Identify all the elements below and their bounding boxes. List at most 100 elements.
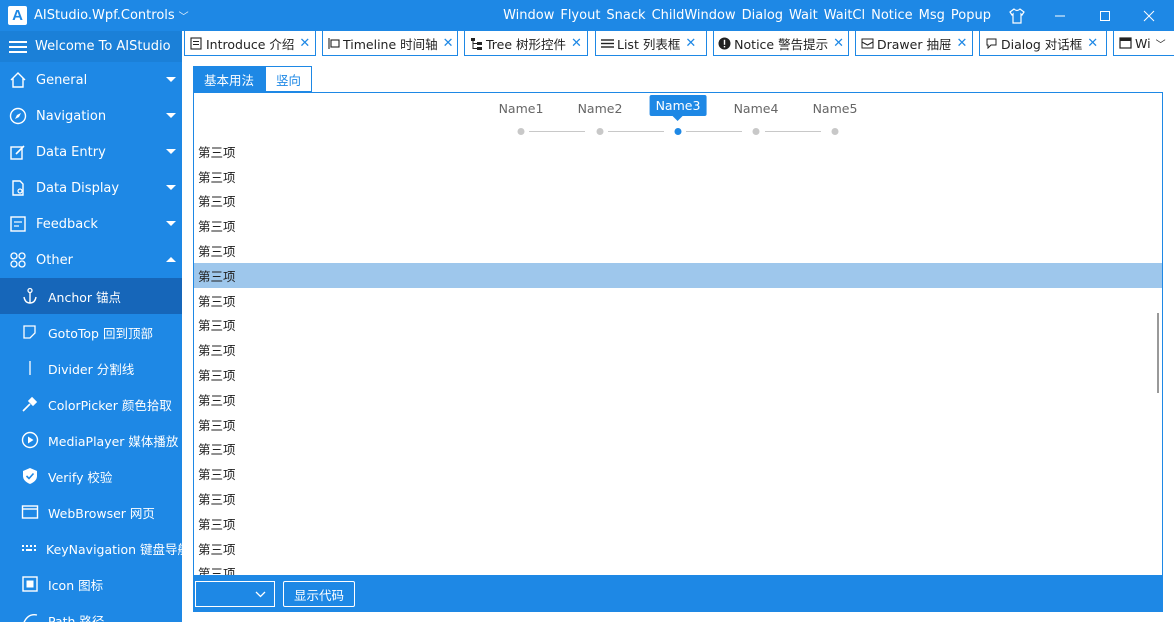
list-item[interactable]: 第三项 bbox=[194, 139, 1162, 164]
list-item[interactable]: 第三项 bbox=[194, 164, 1162, 189]
tab-vertical[interactable]: 竖向 bbox=[265, 66, 313, 92]
list-item[interactable]: 第三项 bbox=[194, 486, 1162, 511]
image-icon bbox=[20, 574, 40, 594]
step-name-4[interactable]: Name4 bbox=[734, 101, 779, 116]
tab-label: Notice 警告提示 bbox=[734, 36, 829, 52]
list-icon bbox=[600, 36, 614, 50]
show-code-button[interactable]: 显示代码 bbox=[283, 581, 356, 607]
caret-up-icon bbox=[166, 257, 176, 262]
step-dot[interactable] bbox=[752, 128, 760, 135]
tab-introduce[interactable]: Introduce 介绍 ✕ bbox=[184, 31, 316, 56]
list-item[interactable]: 第三项 bbox=[194, 536, 1162, 561]
sidebar-item-label: WebBrowser 网页 bbox=[48, 505, 155, 521]
menu-notice[interactable]: Notice bbox=[871, 8, 913, 23]
sidebar-group-data-entry[interactable]: Data Entry bbox=[0, 134, 182, 170]
sidebar-item-path[interactable]: Path 路径 bbox=[0, 602, 182, 622]
tab-window[interactable]: Wi ﹀ bbox=[1113, 31, 1174, 56]
menu-childwindow[interactable]: ChildWindow bbox=[652, 8, 736, 23]
menu-flyout[interactable]: Flyout bbox=[560, 8, 600, 23]
tab-close-icon[interactable]: ✕ bbox=[956, 36, 967, 51]
list-item[interactable]: 第三项 bbox=[194, 238, 1162, 263]
menu-waitcl[interactable]: WaitCl bbox=[824, 8, 865, 23]
list-item[interactable]: 第三项 bbox=[194, 337, 1162, 362]
step-name-3[interactable]: Name3 bbox=[649, 95, 707, 116]
sidebar-item-gototop[interactable]: GotoTop 回到顶部 bbox=[0, 314, 182, 350]
example-tabs: 基本用法 竖向 bbox=[193, 66, 313, 92]
app-window: A AIStudio.Wpf.Controls ﹀ Window Flyout … bbox=[0, 0, 1174, 622]
list-item[interactable]: 第三项 bbox=[194, 511, 1162, 536]
step-dot[interactable] bbox=[831, 128, 839, 135]
sidebar-item-anchor[interactable]: Anchor 锚点 bbox=[0, 278, 182, 314]
tab-close-icon[interactable]: ✕ bbox=[833, 36, 844, 51]
list-item-selected[interactable]: 第三项 bbox=[194, 262, 1162, 288]
dialog-icon bbox=[984, 36, 998, 50]
list-item[interactable]: 第三项 bbox=[194, 387, 1162, 412]
theme-combobox[interactable] bbox=[195, 581, 275, 607]
tab-label: Dialog 对话框 bbox=[1001, 36, 1083, 52]
sidebar-group-feedback[interactable]: Feedback bbox=[0, 206, 182, 242]
tab-drawer[interactable]: Drawer 抽屉 ✕ bbox=[855, 31, 973, 56]
shield-icon bbox=[20, 466, 40, 486]
tab-basic-usage[interactable]: 基本用法 bbox=[193, 66, 266, 92]
tab-tree[interactable]: Tree 树形控件 ✕ bbox=[464, 31, 588, 56]
sidebar-group-other[interactable]: Other bbox=[0, 242, 182, 278]
sidebar-group-label: Data Entry bbox=[36, 144, 106, 160]
tab-label: List 列表框 bbox=[617, 36, 681, 52]
sidebar-item-mediaplayer[interactable]: MediaPlayer 媒体播放 bbox=[0, 422, 182, 458]
app-title[interactable]: AIStudio.Wpf.Controls ﹀ bbox=[34, 8, 189, 23]
menu-popup[interactable]: Popup bbox=[951, 8, 991, 23]
list-item[interactable]: 第三项 bbox=[194, 288, 1162, 313]
doc-icon bbox=[189, 36, 203, 50]
eyedropper-icon bbox=[20, 394, 40, 414]
sidebar-group-navigation[interactable]: Navigation bbox=[0, 98, 182, 134]
tab-close-icon[interactable]: ✕ bbox=[571, 36, 582, 51]
list-item[interactable]: 第三项 bbox=[194, 561, 1162, 575]
close-button[interactable] bbox=[1127, 0, 1171, 31]
sidebar-item-verify[interactable]: Verify 校验 bbox=[0, 458, 182, 494]
sidebar-item-divider[interactable]: Divider 分割线 bbox=[0, 350, 182, 386]
vertical-scrollbar[interactable] bbox=[1157, 313, 1159, 393]
step-dot[interactable] bbox=[517, 128, 525, 135]
list-item[interactable]: 第三项 bbox=[194, 412, 1162, 437]
step-dot-active[interactable] bbox=[674, 128, 682, 135]
menu-msg[interactable]: Msg bbox=[919, 8, 945, 23]
tab-notice[interactable]: Notice 警告提示 ✕ bbox=[713, 31, 849, 56]
tab-list[interactable]: List 列表框 ✕ bbox=[595, 31, 707, 56]
tab-close-icon[interactable]: ✕ bbox=[443, 36, 454, 51]
list-item[interactable]: 第三项 bbox=[194, 213, 1162, 238]
minimize-button[interactable] bbox=[1038, 0, 1082, 31]
play-icon bbox=[20, 430, 40, 450]
step-name-1[interactable]: Name1 bbox=[499, 101, 544, 116]
sidebar-item-icon[interactable]: Icon 图标 bbox=[0, 566, 182, 602]
sidebar-welcome[interactable]: Welcome To AIStudio bbox=[0, 31, 182, 62]
menu-snack[interactable]: Snack bbox=[606, 8, 645, 23]
tab-close-icon[interactable]: ✕ bbox=[1087, 36, 1098, 51]
menu-window[interactable]: Window bbox=[503, 8, 554, 23]
caret-down-icon bbox=[166, 221, 176, 226]
step-dot[interactable] bbox=[596, 128, 604, 135]
menu-wait[interactable]: Wait bbox=[789, 8, 818, 23]
theme-button[interactable] bbox=[995, 0, 1039, 31]
sidebar-group-general[interactable]: General bbox=[0, 62, 182, 98]
chevron-down-icon[interactable]: ﹀ bbox=[1156, 36, 1166, 51]
list-item[interactable]: 第三项 bbox=[194, 189, 1162, 214]
sidebar-item-colorpicker[interactable]: ColorPicker 颜色拾取 bbox=[0, 386, 182, 422]
keyboard-icon bbox=[20, 538, 38, 558]
list-item[interactable]: 第三项 bbox=[194, 461, 1162, 486]
tab-close-icon[interactable]: ✕ bbox=[299, 36, 310, 51]
list-item[interactable]: 第三项 bbox=[194, 362, 1162, 387]
feedback-icon bbox=[8, 214, 28, 234]
menu-dialog[interactable]: Dialog bbox=[742, 8, 783, 23]
sidebar-item-webbrowser[interactable]: WebBrowser 网页 bbox=[0, 494, 182, 530]
list-item[interactable]: 第三项 bbox=[194, 313, 1162, 338]
sidebar-item-keynavigation[interactable]: KeyNavigation 键盘导航 bbox=[0, 530, 182, 566]
sidebar-group-data-display[interactable]: Data Display bbox=[0, 170, 182, 206]
tab-close-icon[interactable]: ✕ bbox=[685, 36, 696, 51]
list-item[interactable]: 第三项 bbox=[194, 437, 1162, 462]
tab-dialog[interactable]: Dialog 对话框 ✕ bbox=[979, 31, 1107, 56]
maximize-button[interactable] bbox=[1083, 0, 1127, 31]
close-icon bbox=[1143, 10, 1155, 21]
tab-timeline[interactable]: Timeline 时间轴 ✕ bbox=[322, 31, 458, 56]
step-name-5[interactable]: Name5 bbox=[813, 101, 858, 116]
step-name-2[interactable]: Name2 bbox=[578, 101, 623, 116]
